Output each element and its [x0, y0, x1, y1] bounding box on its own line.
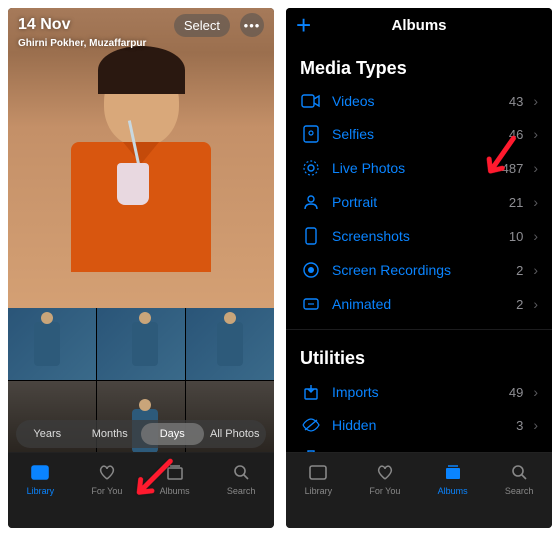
imports-icon [300, 383, 322, 401]
segment-days[interactable]: Days [141, 423, 204, 445]
divider [286, 329, 552, 330]
tab-search[interactable]: Search [227, 461, 256, 496]
location-subtitle: Ghirni Pokher, Muzaffarpur [18, 38, 146, 49]
segment-years[interactable]: Years [16, 423, 79, 445]
main-photo[interactable] [8, 8, 274, 308]
selfie-icon [300, 125, 322, 143]
row-screenshots[interactable]: Screenshots 10 › [286, 219, 552, 253]
row-videos[interactable]: Videos 43 › [286, 85, 552, 117]
search-icon [230, 461, 252, 483]
thumb[interactable] [97, 308, 185, 380]
heart-icon [374, 461, 396, 483]
heart-icon [96, 461, 118, 483]
view-segmented-control[interactable]: Years Months Days All Photos [16, 420, 266, 448]
albums-screen: + Albums Media Types Videos 43 › Selfies… [286, 8, 552, 528]
hidden-icon [300, 418, 322, 432]
chevron-right-icon: › [533, 93, 538, 109]
library-icon [307, 461, 329, 483]
chevron-right-icon: › [533, 126, 538, 142]
row-hidden[interactable]: Hidden 3 › [286, 409, 552, 441]
row-selfies[interactable]: Selfies 46 › [286, 117, 552, 151]
row-recently-deleted[interactable]: Recently Deleted 57 › [286, 441, 552, 452]
date-heading: 14 Nov [18, 16, 70, 34]
section-utilities: Utilities [286, 338, 552, 375]
photos-library-screen: 14 Nov Select ••• Ghirni Pokher, Muzaffa… [8, 8, 274, 528]
segment-months[interactable]: Months [79, 423, 142, 445]
tab-for-you[interactable]: For You [369, 461, 400, 496]
animated-icon [300, 295, 322, 313]
albums-icon [442, 461, 464, 483]
library-header: 14 Nov Select ••• [8, 8, 274, 42]
chevron-right-icon: › [533, 160, 538, 176]
albums-icon [164, 461, 186, 483]
more-button[interactable]: ••• [240, 13, 264, 37]
tab-library[interactable]: Library [305, 461, 333, 496]
albums-header: + Albums [286, 8, 552, 42]
chevron-right-icon: › [533, 417, 538, 433]
chevron-right-icon: › [533, 194, 538, 210]
row-portrait[interactable]: Portrait 21 › [286, 185, 552, 219]
row-screen-recordings[interactable]: Screen Recordings 2 › [286, 253, 552, 287]
section-media-types: Media Types [286, 48, 552, 85]
tab-search[interactable]: Search [505, 461, 534, 496]
page-title: Albums [391, 17, 446, 34]
search-icon [508, 461, 530, 483]
screen-recording-icon [300, 261, 322, 279]
add-button[interactable]: + [296, 10, 311, 41]
thumb[interactable] [186, 308, 274, 380]
select-button[interactable]: Select [174, 14, 230, 37]
tab-albums[interactable]: Albums [160, 461, 190, 496]
chevron-right-icon: › [533, 384, 538, 400]
segment-all-photos[interactable]: All Photos [204, 423, 267, 445]
chevron-right-icon: › [533, 262, 538, 278]
screenshot-icon [300, 227, 322, 245]
library-icon [29, 461, 51, 483]
thumb[interactable] [8, 308, 96, 380]
chevron-right-icon: › [533, 296, 538, 312]
tab-bar: Library For You Albums Search [286, 452, 552, 528]
row-imports[interactable]: Imports 49 › [286, 375, 552, 409]
video-icon [300, 94, 322, 108]
tab-albums[interactable]: Albums [438, 461, 468, 496]
tab-bar: Library For You Albums Search [8, 452, 274, 528]
tab-library[interactable]: Library [27, 461, 55, 496]
row-live-photos[interactable]: Live Photos 487 › [286, 151, 552, 185]
live-photos-icon [300, 159, 322, 177]
tab-for-you[interactable]: For You [91, 461, 122, 496]
row-animated[interactable]: Animated 2 › [286, 287, 552, 321]
portrait-icon [300, 193, 322, 211]
chevron-right-icon: › [533, 228, 538, 244]
